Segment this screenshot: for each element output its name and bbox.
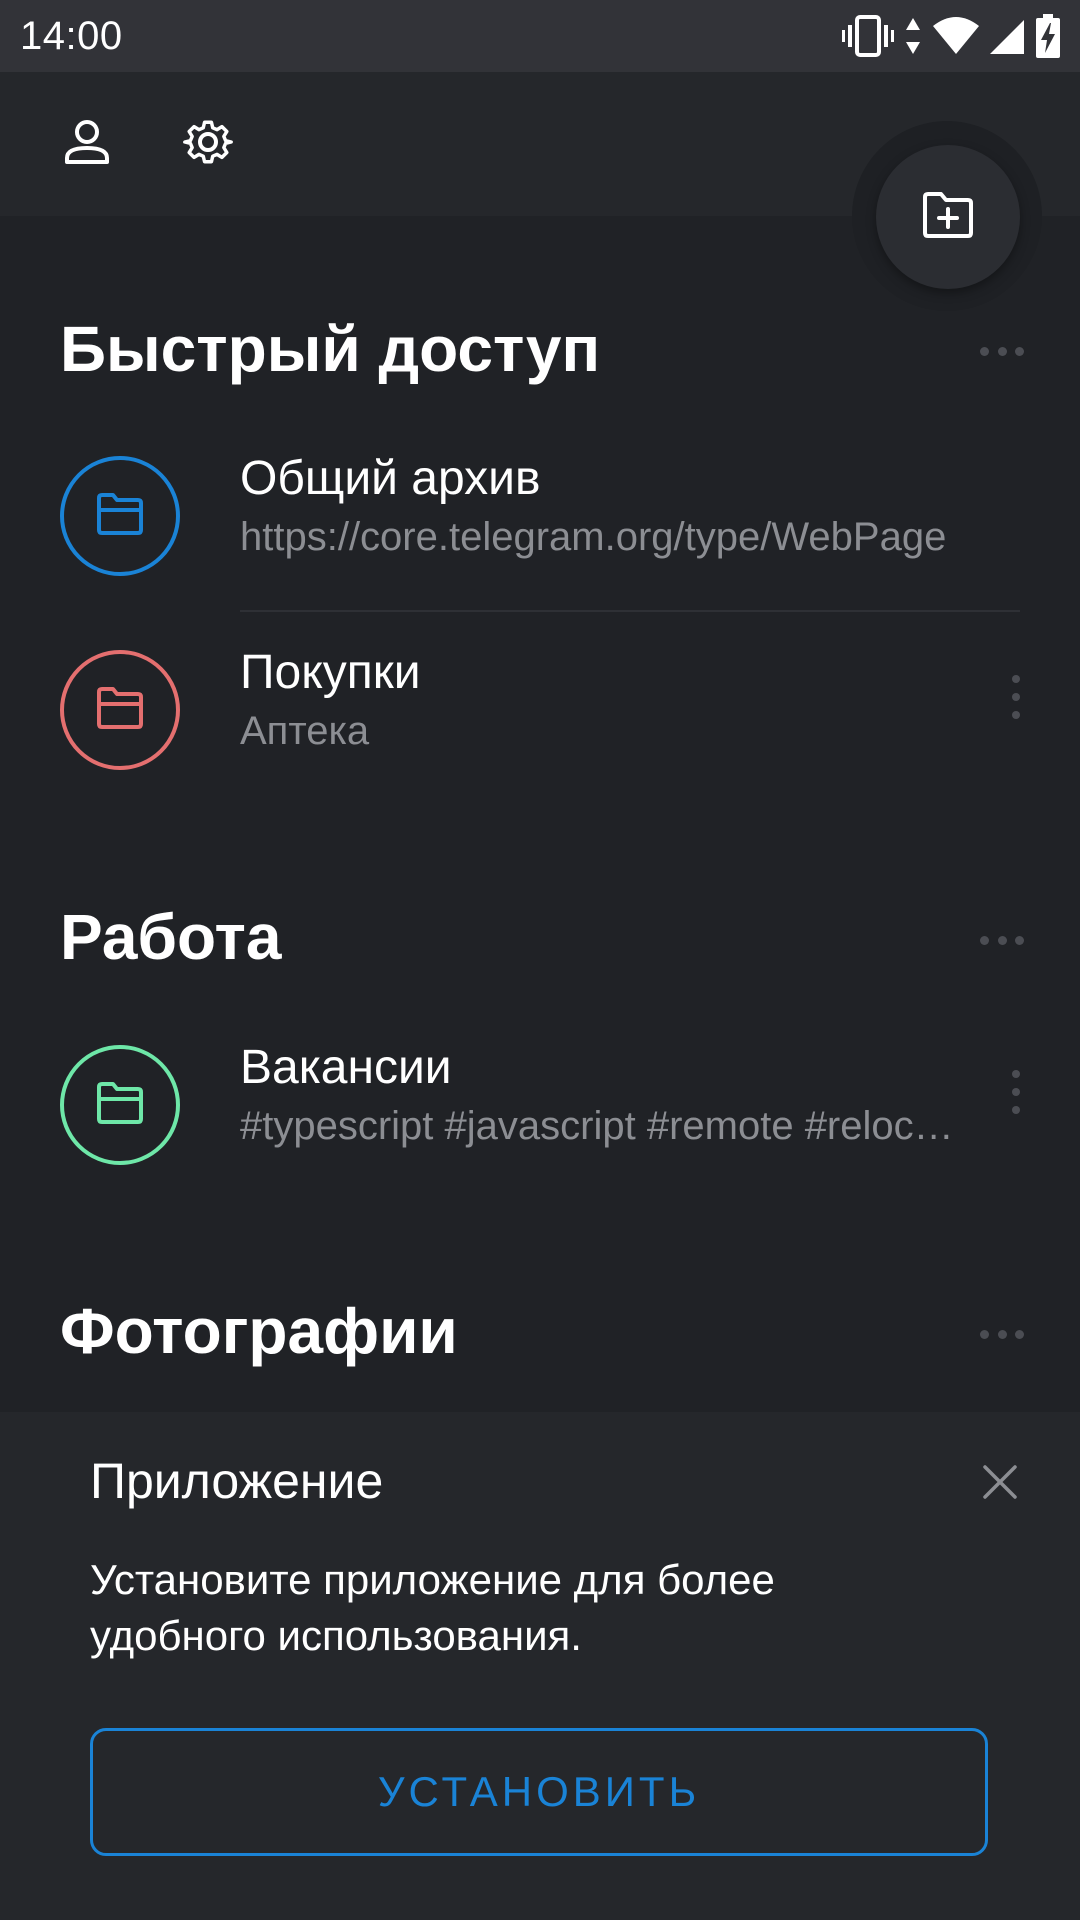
- dot: [980, 346, 989, 356]
- folder-item[interactable]: Вакансии #typescript #javascript #remote…: [0, 1030, 1080, 1180]
- section-title-work: Работа: [60, 901, 282, 973]
- item-menu-button[interactable]: [1010, 1070, 1022, 1114]
- section-title-quick-access: Быстрый доступ: [60, 313, 601, 385]
- dot: [1012, 693, 1020, 701]
- folder-description: Аптека: [240, 709, 370, 753]
- settings-button[interactable]: [168, 104, 248, 184]
- folder-description: #typescript #javascript #remote #relocat…: [240, 1104, 960, 1148]
- folder-avatar: [60, 456, 180, 576]
- dot: [1012, 1070, 1020, 1078]
- cell-signal-icon: [990, 16, 1026, 56]
- dot: [997, 1329, 1007, 1339]
- dot: [1012, 711, 1020, 719]
- dot: [980, 1329, 989, 1339]
- banner-close-button[interactable]: [972, 1456, 1028, 1512]
- profile-icon: [63, 118, 111, 171]
- status-bar: 14:00: [0, 0, 1080, 72]
- folder-description: https://core.telegram.org/type/WebPage: [240, 515, 947, 559]
- dot: [980, 935, 989, 945]
- battery-charging-icon: [1036, 14, 1060, 58]
- folder-avatar: [60, 650, 180, 770]
- divider: [240, 610, 1020, 612]
- folder-name: Вакансии: [240, 1041, 452, 1094]
- dot: [997, 346, 1007, 356]
- folder-name: Покупки: [240, 646, 421, 699]
- data-arrows-icon: [904, 14, 922, 58]
- folder-icon: [96, 686, 144, 734]
- banner-text: Установите приложение для более удобного…: [90, 1556, 775, 1659]
- item-menu-button[interactable]: [1010, 675, 1022, 719]
- dot: [1015, 1329, 1024, 1339]
- banner-title: Приложение: [90, 1453, 384, 1509]
- dot: [1012, 1106, 1020, 1114]
- dot: [1015, 346, 1024, 356]
- wifi-icon: [932, 16, 980, 56]
- install-button[interactable]: УСТАНОВИТЬ: [90, 1728, 988, 1856]
- folder-item[interactable]: Общий архив https://core.telegram.org/ty…: [0, 441, 1080, 591]
- close-icon: [982, 1464, 1018, 1505]
- section-more-button[interactable]: [980, 928, 1024, 952]
- install-banner: Приложение Установите приложение для бол…: [0, 1412, 1080, 1920]
- folder-name: Общий архив: [240, 452, 541, 505]
- folder-icon: [96, 1081, 144, 1129]
- section-more-button[interactable]: [980, 1322, 1024, 1346]
- section-more-button[interactable]: [980, 339, 1024, 363]
- dot: [1012, 1088, 1020, 1096]
- settings-gear-icon: [182, 116, 234, 173]
- profile-button[interactable]: [47, 104, 127, 184]
- folder-icon: [96, 492, 144, 540]
- app-screen: 14:00 Быстрый доступ Общий архив https:/…: [0, 0, 1080, 1920]
- dot: [1012, 675, 1020, 683]
- section-title-photos: Фотографии: [60, 1295, 458, 1367]
- folder-avatar: [60, 1045, 180, 1165]
- add-folder-icon: [921, 191, 975, 244]
- status-time: 14:00: [20, 13, 123, 58]
- status-icons: [842, 0, 1060, 72]
- dot: [1015, 935, 1024, 945]
- vibrate-icon: [842, 14, 894, 58]
- folder-item[interactable]: Покупки Аптека: [0, 635, 1080, 785]
- add-folder-button[interactable]: [876, 145, 1020, 289]
- dot: [997, 935, 1007, 945]
